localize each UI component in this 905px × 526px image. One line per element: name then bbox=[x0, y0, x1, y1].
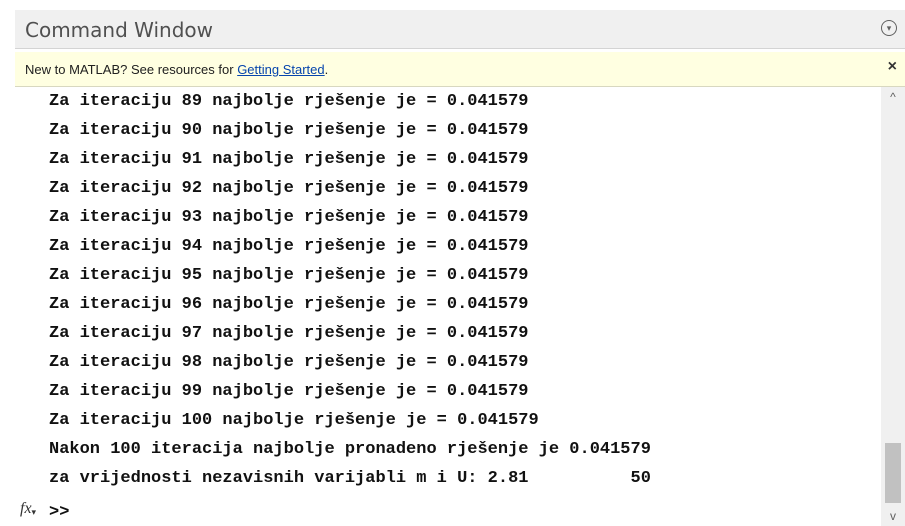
getting-started-infobar: New to MATLAB? See resources for Getting… bbox=[15, 52, 905, 87]
infobar-suffix: . bbox=[324, 62, 329, 77]
console-line: Za iteraciju 92 najbolje rješenje je = 0… bbox=[49, 179, 529, 198]
command-window: Command Window ▾ New to MATLAB? See reso… bbox=[0, 0, 905, 526]
infobar-text: New to MATLAB? See resources for Getting… bbox=[25, 62, 328, 77]
console-line: Nakon 100 iteracija najbolje pronadeno r… bbox=[49, 440, 651, 459]
console-line: Za iteraciju 91 najbolje rješenje je = 0… bbox=[49, 150, 529, 169]
infobar-prefix: New to MATLAB? See resources for bbox=[25, 62, 238, 77]
console-line: Za iteraciju 97 najbolje rješenje je = 0… bbox=[49, 324, 529, 343]
scrollbar-thumb[interactable] bbox=[885, 443, 901, 503]
console-line: Za iteraciju 96 najbolje rješenje je = 0… bbox=[49, 295, 529, 314]
command-prompt[interactable]: >> bbox=[49, 500, 69, 526]
console-line: Za iteraciju 98 najbolje rješenje je = 0… bbox=[49, 353, 529, 372]
getting-started-link[interactable]: Getting Started bbox=[237, 62, 324, 77]
console-line: Za iteraciju 90 najbolje rješenje je = 0… bbox=[49, 121, 529, 140]
console-line: Za iteraciju 100 najbolje rješenje je = … bbox=[49, 411, 539, 430]
fx-label: fx bbox=[20, 500, 32, 517]
circle-chevron-down-icon[interactable]: ▾ bbox=[881, 20, 897, 36]
console-line: za vrijednosti nezavisnih varijabli m i … bbox=[49, 469, 651, 488]
console-line: Za iteraciju 89 najbolje rješenje je = 0… bbox=[49, 92, 529, 111]
fx-dropdown-icon: ▾ bbox=[31, 507, 37, 517]
console-line: Za iteraciju 93 najbolje rješenje je = 0… bbox=[49, 208, 529, 227]
scroll-down-icon[interactable]: v bbox=[881, 506, 905, 526]
close-icon[interactable]: × bbox=[888, 58, 897, 76]
console-line: Za iteraciju 94 najbolje rješenje je = 0… bbox=[49, 237, 529, 256]
scroll-up-icon[interactable]: ^ bbox=[881, 87, 905, 107]
console-output[interactable]: Za iteraciju 89 najbolje rješenje je = 0… bbox=[15, 87, 881, 526]
function-browser-icon[interactable]: fx▾ bbox=[20, 500, 36, 518]
console-line: Za iteraciju 95 najbolje rješenje je = 0… bbox=[49, 266, 529, 285]
window-title: Command Window bbox=[25, 18, 214, 42]
command-window-titlebar: Command Window ▾ bbox=[15, 10, 905, 49]
vertical-scrollbar[interactable]: ^ v bbox=[881, 87, 905, 526]
console-line: Za iteraciju 99 najbolje rješenje je = 0… bbox=[49, 382, 529, 401]
